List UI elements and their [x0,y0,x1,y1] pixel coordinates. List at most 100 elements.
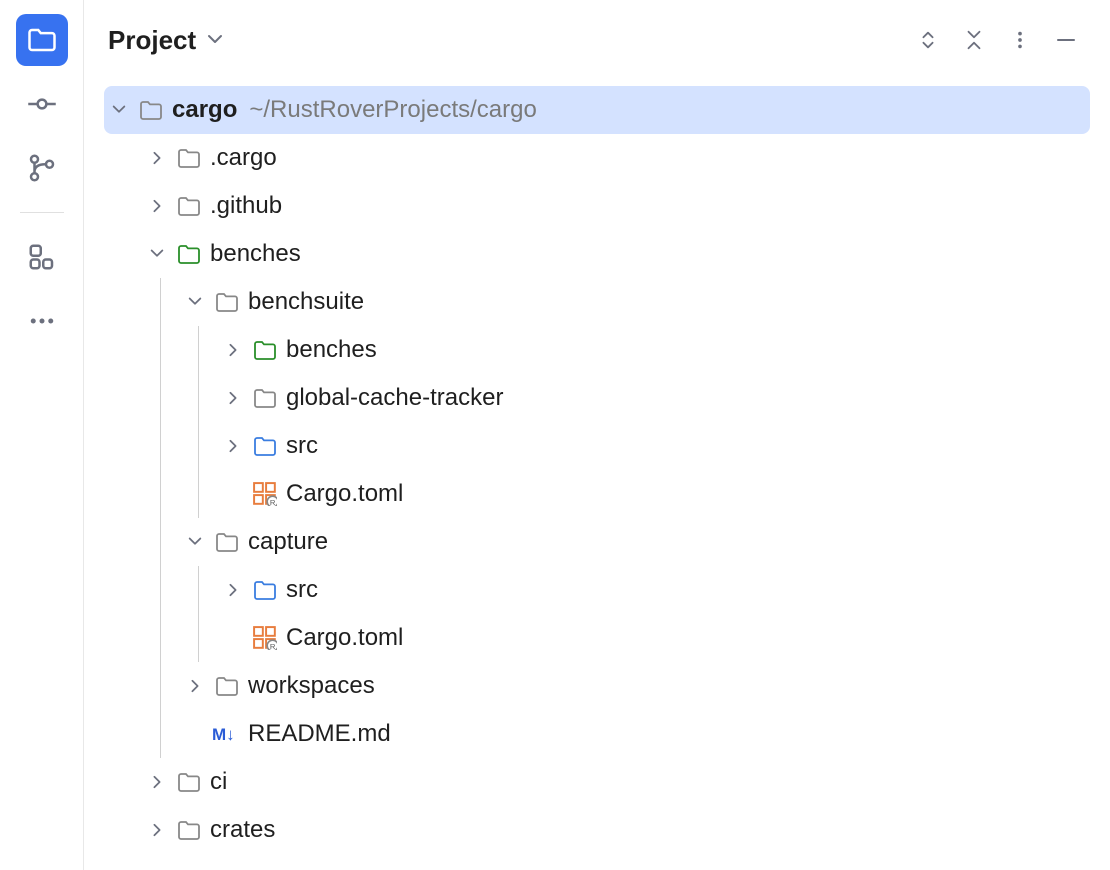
folder-icon [172,147,206,169]
tree-node[interactable]: Cargo.toml [104,614,1090,662]
node-label: benchsuite [248,288,364,316]
expand-toggle[interactable] [142,150,172,166]
tree-node-root[interactable]: cargo ~/RustRoverProjects/cargo [104,86,1090,134]
cargo-toml-icon [248,482,282,506]
chevron-right-icon [226,438,240,454]
chevron-down-icon [187,534,203,550]
expand-toggle[interactable] [218,438,248,454]
project-panel: Project cargo ~/RustRoverProjects/cargo [84,0,1110,870]
tree-node[interactable]: ci [104,758,1090,806]
tool-sidebar [0,0,84,870]
node-label: crates [210,816,275,844]
chevron-right-icon [226,582,240,598]
chevron-down-icon [206,31,224,49]
tree-node[interactable]: benches [104,230,1090,278]
project-tree[interactable]: cargo ~/RustRoverProjects/cargo .cargo .… [84,80,1110,870]
hide-panel-button[interactable] [1046,20,1086,60]
panel-title[interactable]: Project [108,25,196,56]
node-label: Cargo.toml [286,624,403,652]
options-button[interactable] [1000,20,1040,60]
chevron-right-icon [150,150,164,166]
expand-collapse-button[interactable] [908,20,948,60]
expand-toggle[interactable] [142,774,172,790]
collapse-all-icon [963,29,985,51]
test-folder-icon [248,339,282,361]
tree-node[interactable]: .cargo [104,134,1090,182]
expand-toggle[interactable] [142,198,172,214]
tree-node[interactable]: global-cache-tracker [104,374,1090,422]
structure-tool-button[interactable] [16,231,68,283]
chevron-down-icon [111,102,127,118]
chevron-right-icon [226,390,240,406]
more-horizontal-icon [27,306,57,336]
commit-tool-button[interactable] [16,78,68,130]
project-tool-button[interactable] [16,14,68,66]
test-folder-icon [172,243,206,265]
markdown-icon [210,723,244,745]
folder-icon [172,771,206,793]
node-label: benches [286,336,377,364]
expand-toggle[interactable] [180,678,210,694]
chevron-down-icon [187,294,203,310]
folder-icon [248,387,282,409]
node-label: .cargo [210,144,277,172]
vcs-tool-button[interactable] [16,142,68,194]
tree-node[interactable]: README.md [104,710,1090,758]
git-branch-icon [27,153,57,183]
source-folder-icon [248,435,282,457]
chevron-right-icon [150,774,164,790]
tree-node[interactable]: benchsuite [104,278,1090,326]
tree-node[interactable]: benches [104,326,1090,374]
tree-node[interactable]: Cargo.toml [104,470,1090,518]
collapse-all-button[interactable] [954,20,994,60]
tree-node[interactable]: crates [104,806,1090,854]
node-label: ci [210,768,227,796]
source-folder-icon [248,579,282,601]
node-label: cargo [172,96,237,124]
expand-toggle[interactable] [142,822,172,838]
folder-icon [134,99,168,121]
node-label: README.md [248,720,391,748]
view-mode-dropdown[interactable] [206,31,224,49]
chevron-right-icon [226,342,240,358]
folder-icon [210,291,244,313]
expand-collapse-icon [917,29,939,51]
tree-node[interactable]: src [104,566,1090,614]
chevron-right-icon [150,822,164,838]
commit-icon [27,89,57,119]
chevron-right-icon [188,678,202,694]
expand-toggle[interactable] [180,294,210,310]
folder-icon [210,675,244,697]
folder-icon [172,819,206,841]
node-label: src [286,432,318,460]
node-label: .github [210,192,282,220]
more-tool-button[interactable] [16,295,68,347]
panel-header: Project [84,0,1110,80]
chevron-right-icon [150,198,164,214]
node-path: ~/RustRoverProjects/cargo [249,96,536,124]
chevron-down-icon [149,246,165,262]
more-vertical-icon [1009,29,1031,51]
tree-node[interactable]: capture [104,518,1090,566]
expand-toggle[interactable] [180,534,210,550]
expand-toggle[interactable] [218,342,248,358]
node-label: capture [248,528,328,556]
minimize-icon [1054,28,1078,52]
node-label: benches [210,240,301,268]
node-label: global-cache-tracker [286,384,503,412]
folder-icon [210,531,244,553]
folder-icon [172,195,206,217]
node-label: src [286,576,318,604]
tree-node[interactable]: .github [104,182,1090,230]
expand-toggle[interactable] [218,582,248,598]
expand-toggle[interactable] [218,390,248,406]
node-label: workspaces [248,672,375,700]
expand-toggle[interactable] [104,102,134,118]
tree-node[interactable]: src [104,422,1090,470]
folder-icon [27,25,57,55]
tree-node[interactable]: workspaces [104,662,1090,710]
expand-toggle[interactable] [142,246,172,262]
structure-icon [27,242,57,272]
node-label: Cargo.toml [286,480,403,508]
sidebar-divider [20,212,64,213]
